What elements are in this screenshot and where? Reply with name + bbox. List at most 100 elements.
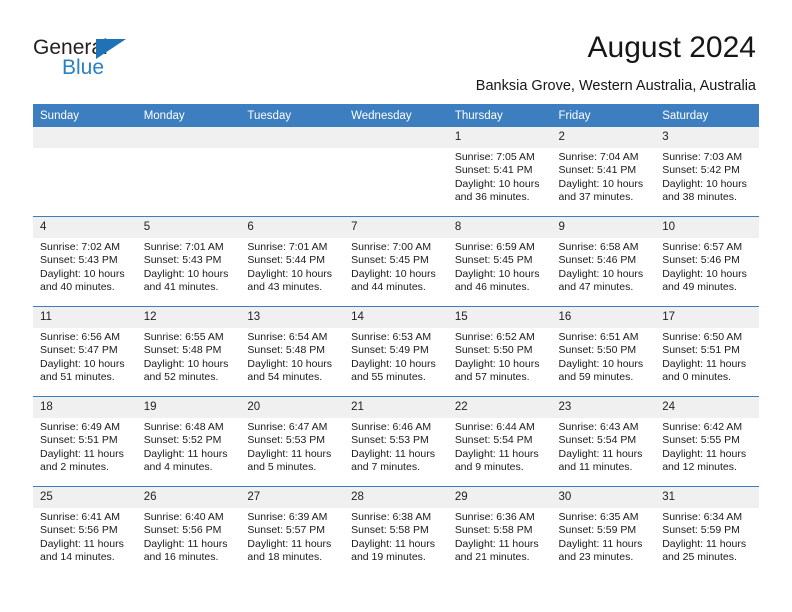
sun-info-sunrise: Sunrise: 6:57 AM <box>662 241 743 253</box>
day-sun-info: Sunrise: 7:03 AM Sunset: 5:42 PM Daylight:… <box>655 148 759 205</box>
day-sun-info: Sunrise: 6:58 AM Sunset: 5:46 PM Daylight:… <box>552 238 656 295</box>
day-sun-info: Sunrise: 6:42 AM Sunset: 5:55 PM Daylight:… <box>655 418 759 475</box>
day-sun-info: Sunrise: 7:02 AM Sunset: 5:43 PM Daylight:… <box>33 238 137 295</box>
sun-info-sunrise: Sunrise: 6:59 AM <box>454 241 535 253</box>
sun-info-daylight2: and 51 minutes. <box>40 371 115 384</box>
sun-info-sunrise: Sunrise: 6:51 AM <box>558 331 639 343</box>
calendar-day-cell[interactable]: 7 Sunrise: 7:00 AM Sunset: 5:45 PM Daylight… <box>344 216 448 307</box>
sun-info-sunrise: Sunrise: 6:52 AM <box>454 331 535 343</box>
sun-info-daylight2: and 14 minutes. <box>40 551 115 564</box>
day-number: 2 <box>551 127 656 148</box>
calendar-day-cell[interactable]: 29 Sunrise: 6:36 AM Sunset: 5:58 PM Dayligh… <box>447 486 552 576</box>
logo-text-blue: Blue <box>62 56 105 79</box>
day-number: 9 <box>551 217 656 238</box>
calendar-day-cell[interactable]: 19 Sunrise: 6:48 AM Sunset: 5:52 PM Dayligh… <box>136 396 241 487</box>
sun-info-sunset: Sunset: 5:47 PM <box>40 344 118 357</box>
calendar-day-cell[interactable]: 10 Sunrise: 6:57 AM Sunset: 5:46 PM Dayligh… <box>655 216 759 307</box>
sun-info-sunset: Sunset: 5:44 PM <box>247 254 326 267</box>
sun-info-daylight2: and 25 minutes. <box>662 551 737 564</box>
sun-info-sunset: Sunset: 5:41 PM <box>454 164 533 177</box>
calendar-day-cell[interactable]: 22 Sunrise: 6:44 AM Sunset: 5:54 PM Dayligh… <box>447 396 552 487</box>
sun-info-daylight1: Daylight: 10 hours <box>558 357 644 370</box>
calendar-cell-empty <box>136 127 241 217</box>
calendar-day-cell[interactable]: 1 Sunrise: 7:05 AM Sunset: 5:41 PM Daylight… <box>447 127 552 217</box>
calendar-day-cell[interactable]: 14 Sunrise: 6:53 AM Sunset: 5:49 PM Dayligh… <box>344 306 448 397</box>
sun-info-daylight2: and 44 minutes. <box>351 281 426 294</box>
calendar-day-cell[interactable]: 25 Sunrise: 6:41 AM Sunset: 5:56 PM Dayligh… <box>33 486 137 576</box>
calendar-day-cell[interactable]: 17 Sunrise: 6:50 AM Sunset: 5:51 PM Dayligh… <box>655 306 759 397</box>
calendar-day-cell[interactable]: 8 Sunrise: 6:59 AM Sunset: 5:45 PM Daylight… <box>447 216 552 307</box>
sun-info-daylight2: and 5 minutes. <box>247 461 317 474</box>
day-number: 23 <box>551 397 656 418</box>
sun-info-sunset: Sunset: 5:51 PM <box>662 344 740 357</box>
day-sun-info: Sunrise: 7:00 AM Sunset: 5:45 PM Daylight:… <box>344 238 448 295</box>
page-title: August 2024 <box>587 31 756 64</box>
sun-info-sunrise: Sunrise: 6:53 AM <box>351 331 432 343</box>
calendar-day-cell[interactable]: 27 Sunrise: 6:39 AM Sunset: 5:57 PM Dayligh… <box>240 486 345 576</box>
day-number: 8 <box>447 217 552 238</box>
calendar-day-cell[interactable]: 18 Sunrise: 6:49 AM Sunset: 5:51 PM Dayligh… <box>33 396 137 487</box>
sun-info-sunset: Sunset: 5:52 PM <box>143 434 222 447</box>
sun-info-sunrise: Sunrise: 6:40 AM <box>143 511 224 523</box>
day-sun-info: Sunrise: 6:39 AM Sunset: 5:57 PM Daylight:… <box>240 508 344 565</box>
sun-info-daylight2: and 36 minutes. <box>454 191 530 204</box>
sun-info-sunrise: Sunrise: 6:42 AM <box>662 421 743 433</box>
day-number: 10 <box>655 217 759 238</box>
calendar-cell-empty <box>344 127 448 217</box>
calendar-day-cell[interactable]: 12 Sunrise: 6:55 AM Sunset: 5:48 PM Dayligh… <box>136 306 241 397</box>
sun-info-sunset: Sunset: 5:57 PM <box>247 524 326 537</box>
day-number: 3 <box>655 127 759 148</box>
calendar-day-cell[interactable]: 31 Sunrise: 6:34 AM Sunset: 5:59 PM Dayligh… <box>655 486 759 576</box>
sun-info-daylight2: and 57 minutes. <box>454 371 530 384</box>
calendar-day-cell[interactable]: 28 Sunrise: 6:38 AM Sunset: 5:58 PM Dayligh… <box>344 486 448 576</box>
calendar-week-row: 4 Sunrise: 7:02 AM Sunset: 5:43 PM Daylight… <box>33 216 759 307</box>
day-sun-info: Sunrise: 6:40 AM Sunset: 5:56 PM Daylight:… <box>137 508 241 565</box>
day-number: 4 <box>33 217 137 238</box>
sun-info-sunrise: Sunrise: 6:49 AM <box>40 421 120 433</box>
calendar-day-cell[interactable]: 20 Sunrise: 6:47 AM Sunset: 5:53 PM Dayligh… <box>240 396 345 487</box>
sun-info-daylight2: and 49 minutes. <box>662 281 737 294</box>
calendar-day-cell[interactable]: 23 Sunrise: 6:43 AM Sunset: 5:54 PM Dayligh… <box>551 396 656 487</box>
calendar-day-cell[interactable]: 13 Sunrise: 6:54 AM Sunset: 5:48 PM Dayligh… <box>240 306 345 397</box>
sun-info-daylight2: and 23 minutes. <box>558 551 634 564</box>
sun-info-daylight2: and 47 minutes. <box>558 281 634 294</box>
calendar-day-cell[interactable]: 24 Sunrise: 6:42 AM Sunset: 5:55 PM Dayligh… <box>655 396 759 487</box>
sun-info-sunrise: Sunrise: 6:39 AM <box>247 511 328 523</box>
day-sun-info: Sunrise: 6:55 AM Sunset: 5:48 PM Daylight:… <box>137 328 241 385</box>
day-number <box>136 127 241 148</box>
sun-info-daylight1: Daylight: 11 hours <box>662 537 747 550</box>
sun-info-sunrise: Sunrise: 6:55 AM <box>143 331 224 343</box>
sun-info-sunset: Sunset: 5:54 PM <box>454 434 533 447</box>
calendar-day-cell[interactable]: 6 Sunrise: 7:01 AM Sunset: 5:44 PM Daylight… <box>240 216 345 307</box>
calendar-day-cell[interactable]: 26 Sunrise: 6:40 AM Sunset: 5:56 PM Dayligh… <box>136 486 241 576</box>
calendar-day-cell[interactable]: 5 Sunrise: 7:01 AM Sunset: 5:43 PM Daylight… <box>136 216 241 307</box>
sun-info-sunrise: Sunrise: 6:47 AM <box>247 421 328 433</box>
day-number: 13 <box>240 307 345 328</box>
sun-info-daylight2: and 41 minutes. <box>143 281 219 294</box>
calendar-day-cell[interactable]: 16 Sunrise: 6:51 AM Sunset: 5:50 PM Dayligh… <box>551 306 656 397</box>
sun-info-daylight1: Daylight: 10 hours <box>247 267 333 280</box>
calendar-day-cell[interactable]: 3 Sunrise: 7:03 AM Sunset: 5:42 PM Daylight… <box>655 127 759 217</box>
calendar-day-cell[interactable]: 30 Sunrise: 6:35 AM Sunset: 5:59 PM Dayligh… <box>551 486 656 576</box>
calendar-day-cell[interactable]: 11 Sunrise: 6:56 AM Sunset: 5:47 PM Dayligh… <box>33 306 137 397</box>
calendar-day-cell[interactable]: 21 Sunrise: 6:46 AM Sunset: 5:53 PM Dayligh… <box>344 396 448 487</box>
weekday-header-friday: Friday <box>551 104 656 127</box>
day-number: 20 <box>240 397 345 418</box>
day-number: 6 <box>240 217 345 238</box>
sun-info-sunset: Sunset: 5:49 PM <box>351 344 429 357</box>
sun-info-daylight1: Daylight: 10 hours <box>558 267 644 280</box>
calendar-day-cell[interactable]: 2 Sunrise: 7:04 AM Sunset: 5:41 PM Daylight… <box>551 127 656 217</box>
general-blue-logo[interactable]: General Blue <box>33 36 213 86</box>
sun-info-sunrise: Sunrise: 7:01 AM <box>143 241 224 253</box>
day-number: 17 <box>655 307 759 328</box>
sun-info-daylight2: and 43 minutes. <box>247 281 323 294</box>
day-sun-info: Sunrise: 6:59 AM Sunset: 5:45 PM Daylight:… <box>448 238 552 295</box>
sun-info-sunrise: Sunrise: 6:48 AM <box>143 421 224 433</box>
calendar-day-cell[interactable]: 4 Sunrise: 7:02 AM Sunset: 5:43 PM Daylight… <box>33 216 137 307</box>
calendar-day-cell[interactable]: 9 Sunrise: 6:58 AM Sunset: 5:46 PM Daylight… <box>551 216 656 307</box>
calendar-day-cell[interactable]: 15 Sunrise: 6:52 AM Sunset: 5:50 PM Dayligh… <box>447 306 552 397</box>
sun-info-daylight2: and 16 minutes. <box>143 551 219 564</box>
day-number: 26 <box>136 487 241 508</box>
sun-info-daylight2: and 7 minutes. <box>351 461 420 474</box>
sun-info-sunset: Sunset: 5:55 PM <box>662 434 740 447</box>
